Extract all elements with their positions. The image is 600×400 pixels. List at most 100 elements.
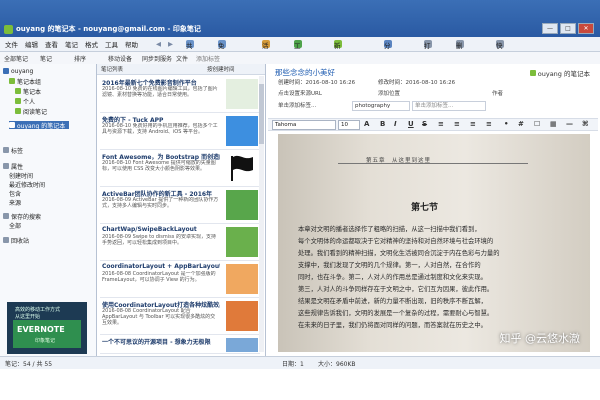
- note-thumbnail: [226, 190, 258, 220]
- close-button[interactable]: ✕: [578, 23, 594, 34]
- author-link[interactable]: 作者: [492, 89, 503, 97]
- menu-tools[interactable]: 工具: [105, 39, 118, 49]
- zhihu-watermark: 知乎 @云悠水澈: [499, 332, 581, 345]
- ad-line-2: 从这里开始: [15, 314, 41, 320]
- back-arrow-icon: ◀: [156, 40, 161, 48]
- underline-button[interactable]: U: [408, 120, 414, 128]
- notebook-selector[interactable]: ouyang 的笔记本: [529, 68, 590, 78]
- tag-chip[interactable]: photography: [352, 101, 410, 111]
- sidebar-item-selected-notebook[interactable]: ouyang 的笔记本: [9, 121, 70, 130]
- title-bar: ouyang 的笔记本 - nouyang@gmail.com - 印象笔记 —…: [0, 0, 600, 37]
- body-line: 本章对文明的播者选择作了粗略的扫描，从这一扫描中我们看到，: [298, 226, 481, 233]
- flag-icon: [226, 153, 258, 183]
- ad-line-1: 高效的移动工作方式: [15, 307, 61, 313]
- font-family-select[interactable]: Tahoma: [272, 120, 336, 130]
- window-title: ouyang 的笔记本 - nouyang@gmail.com - 印象笔记: [16, 25, 201, 33]
- sidebar-item-reading[interactable]: 阅读笔记: [15, 107, 47, 116]
- minimize-button[interactable]: —: [542, 23, 558, 34]
- sidebar-item-notebook[interactable]: 笔记本: [15, 87, 41, 96]
- table-icon[interactable]: ▦: [550, 120, 557, 128]
- file-link[interactable]: 文件: [176, 54, 188, 63]
- evernote-ad-banner[interactable]: 高效的移动工作方式 从这里开始 EVERNOTE 印象笔记: [7, 302, 87, 354]
- menu-view[interactable]: 查看: [45, 39, 58, 49]
- window-controls: — □ ✕: [542, 23, 594, 34]
- tag-search-field[interactable]: 添加标签: [196, 54, 220, 63]
- account-icon: [3, 68, 9, 74]
- align-left-icon[interactable]: ≡: [438, 120, 444, 128]
- evernote-app-icon: [4, 25, 13, 34]
- app-window: ouyang 的笔记本 - nouyang@gmail.com - 印象笔记 —…: [0, 0, 600, 400]
- strikethrough-button[interactable]: S: [422, 120, 427, 128]
- sidebar-item-all[interactable]: 全部: [9, 221, 21, 230]
- mobile-devices-link[interactable]: 移动设备: [108, 54, 132, 63]
- scrollbar-thumb[interactable]: [259, 84, 264, 144]
- note-title[interactable]: 那些念念的小美好: [275, 67, 335, 78]
- sort-by-dropdown[interactable]: 按创建时间: [207, 65, 235, 73]
- font-size-select[interactable]: 10: [338, 120, 360, 130]
- justify-icon[interactable]: ≡: [486, 120, 492, 128]
- note-list-scrollbar[interactable]: [259, 76, 264, 352]
- list-item[interactable]: Font Awesome，为 Bootstrap 而创造的图标字体 2016-0…: [100, 150, 260, 187]
- numbered-list-icon[interactable]: #: [518, 120, 524, 128]
- note-editor: 那些念念的小美好 ouyang 的笔记本 创建时间：2016-08-10 16:…: [266, 64, 600, 356]
- body-line: 结果是文明在矛盾中前进，新的力量不断出现，旧的秩序不断瓦解，: [298, 298, 487, 305]
- sync-link[interactable]: 同步到服务: [142, 54, 172, 63]
- italic-button[interactable]: I: [394, 120, 397, 128]
- notebook-icon: [9, 122, 15, 128]
- add-tag-input[interactable]: 单击添加标签...: [412, 101, 486, 111]
- list-item[interactable]: CoordinatorLayout + AppBarLayout 2016-08…: [100, 261, 260, 298]
- sidebar-item-attributes[interactable]: 属性: [3, 162, 23, 171]
- sidebar-item-saved-searches[interactable]: 保存的搜索: [3, 212, 41, 221]
- list-item[interactable]: ActiveBar团队协作的新工具 - 2016年 2016-08-09 Act…: [100, 187, 260, 224]
- sidebar-item-tags[interactable]: 标签: [3, 146, 23, 155]
- bullet-list-icon[interactable]: •: [504, 120, 508, 128]
- notebook-icon: [15, 108, 21, 114]
- status-size: 大小：960KB: [318, 361, 356, 368]
- section-heading: 第七节: [411, 203, 439, 213]
- sidebar-item-modified[interactable]: 最近修改时间: [9, 180, 45, 189]
- sidebar-item-trash[interactable]: 回收站: [3, 236, 29, 245]
- list-item[interactable]: 使用CoordinatorLayout打造各种炫酷效果 2016-08-08 C…: [100, 298, 260, 335]
- menu-file[interactable]: 文件: [5, 39, 18, 49]
- divider-icon[interactable]: —: [566, 120, 573, 128]
- all-notes-dropdown[interactable]: 全部笔记: [4, 54, 28, 63]
- sidebar-item-personal[interactable]: 个人: [15, 97, 35, 106]
- sort-dropdown[interactable]: 排序: [74, 54, 86, 63]
- note-thumbnail: [226, 116, 258, 146]
- notebook-stack-icon: [9, 78, 15, 84]
- body-line: 同时，也在斗争。第二，人对人的作用总是通过制度和文化来实现。: [298, 274, 487, 281]
- updated-date: 修改时间：2016-08-10 16:26: [378, 80, 456, 86]
- checkbox-icon[interactable]: ☐: [534, 120, 540, 128]
- maximize-button[interactable]: □: [560, 23, 576, 34]
- sidebar-item-notebook-stack[interactable]: 笔记本组: [9, 77, 41, 86]
- notebook-icon: [529, 70, 536, 76]
- add-location-link[interactable]: 添加位置: [378, 89, 400, 97]
- menu-edit[interactable]: 编辑: [25, 39, 38, 49]
- menu-help[interactable]: 帮助: [125, 39, 138, 49]
- attribute-icon: [3, 163, 9, 169]
- scanned-page-image: 第五章 从这里到这里 第七节 本章对文明的播者选择作了粗略的扫描，从这一扫描中我…: [278, 134, 590, 352]
- align-center-icon[interactable]: ≡: [454, 120, 460, 128]
- menu-format[interactable]: 格式: [85, 39, 98, 49]
- list-item[interactable]: 免费的下 - Tuck APP 2016-08-10 免费好用的手机应用推荐，包…: [100, 113, 260, 150]
- list-item[interactable]: ChartWap/SwipeBackLayout 2016-08-09 Swip…: [100, 224, 260, 261]
- text-color-button[interactable]: A: [364, 120, 369, 128]
- sidebar-item-account[interactable]: ouyang: [3, 67, 33, 75]
- created-date: 创建时间：2016-08-10 16:26: [278, 80, 356, 86]
- menu-note[interactable]: 笔记: [65, 39, 78, 49]
- align-right-icon[interactable]: ≡: [470, 120, 476, 128]
- notebook-icon: [15, 98, 21, 104]
- tag-label: 单击添加标签...: [278, 103, 317, 109]
- status-date: 日期：1: [282, 361, 304, 368]
- list-item[interactable]: 一个不可思议的开源项目 - 想象力无极限: [100, 335, 260, 354]
- evernote-logo: EVERNOTE 印象笔记: [13, 320, 81, 348]
- bold-button[interactable]: B: [380, 120, 385, 128]
- notes-view-dropdown[interactable]: 笔记: [40, 54, 52, 63]
- list-item[interactable]: 2016年最新七个免费影音制作平台 2016-08-10 免费的在线图片编辑工具…: [100, 76, 260, 113]
- sidebar-item-contains[interactable]: 包含: [9, 189, 21, 198]
- sidebar-item-source[interactable]: 来源: [9, 198, 21, 207]
- source-url-link[interactable]: 点击设置来源URL: [278, 89, 322, 97]
- sidebar-item-created[interactable]: 创建时间: [9, 171, 33, 180]
- body-line: 每个文明体的命运都取决于它对精神的坚持和对自然环境与社会环境的: [298, 238, 494, 245]
- attachment-icon[interactable]: ⌘: [582, 120, 589, 128]
